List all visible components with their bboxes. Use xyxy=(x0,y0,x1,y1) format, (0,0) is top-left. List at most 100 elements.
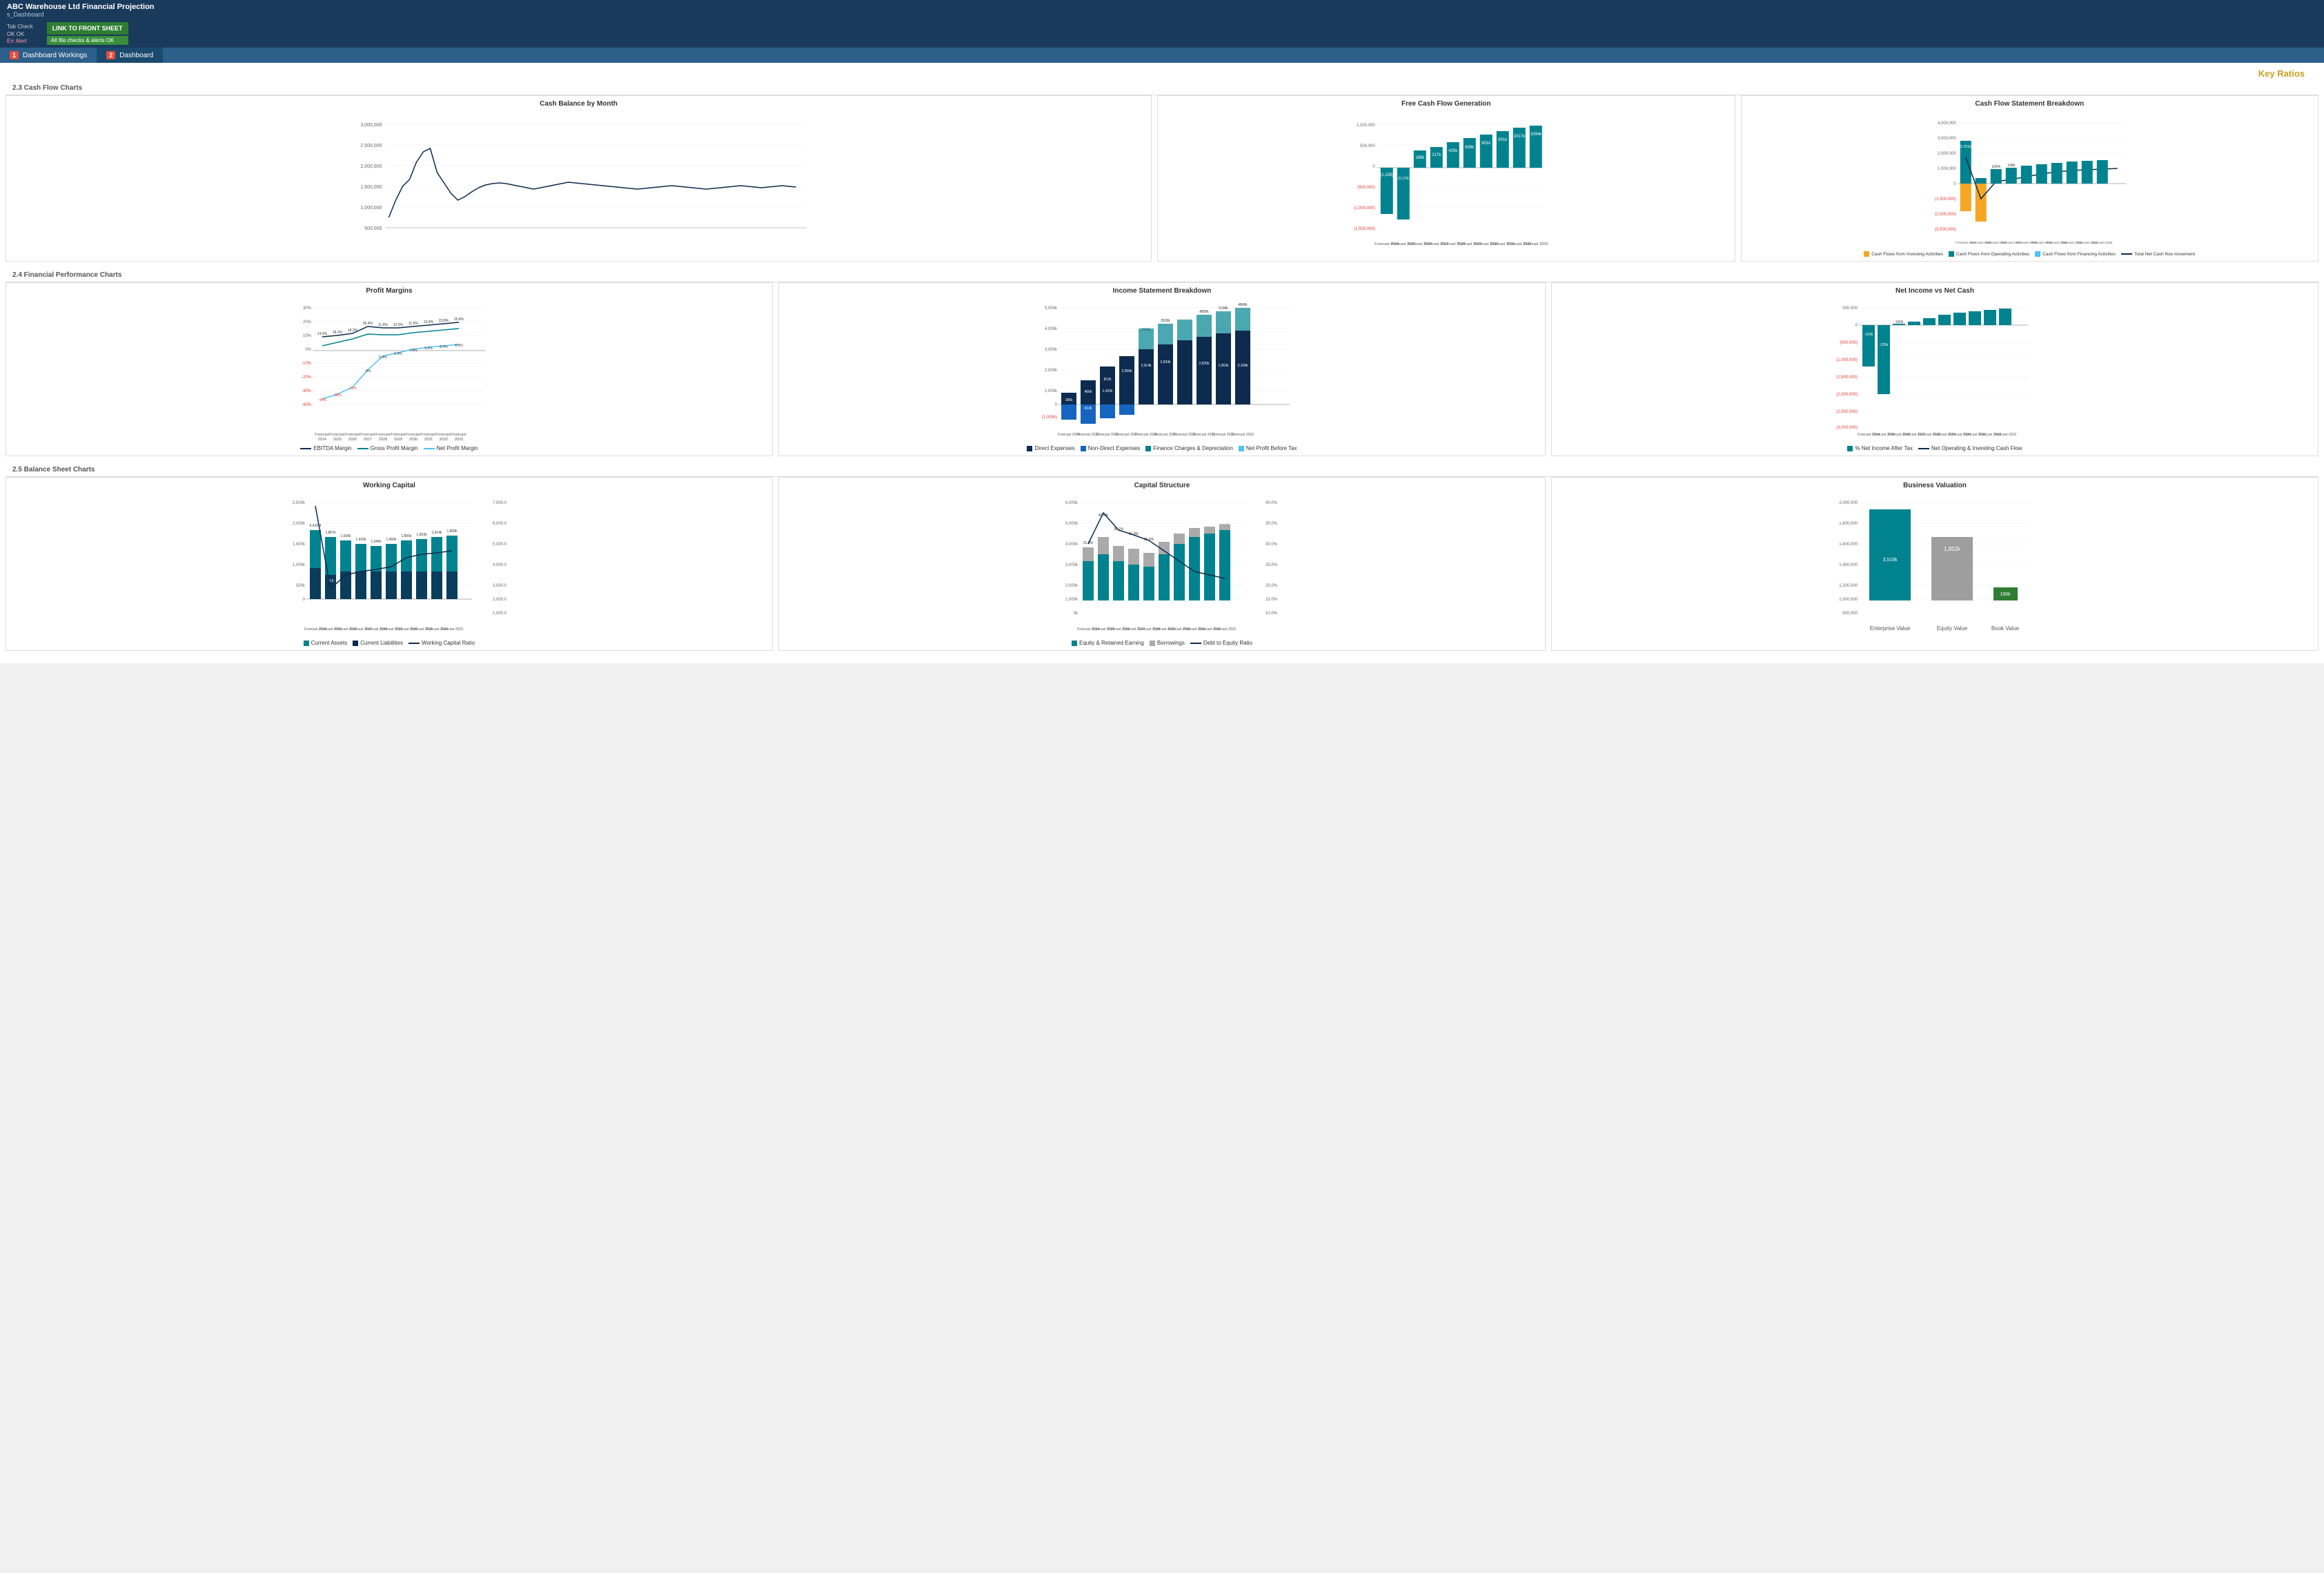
svg-text:0: 0 xyxy=(1855,324,1858,328)
svg-text:Forecast: Forecast xyxy=(345,433,360,437)
section-header-cashflow: 2.3 Cash Flow Charts xyxy=(6,81,2318,95)
svg-text:217k: 217k xyxy=(1432,153,1441,157)
legend-ebitda: EBITDA Margin xyxy=(300,445,351,451)
legend-dot-net-income xyxy=(1847,446,1853,451)
svg-text:1,500,000: 1,500,000 xyxy=(360,185,382,190)
working-capital-chart-box: Working Capital 2,500k 2,000k 1,500k 1,0… xyxy=(6,477,773,651)
svg-text:(2,500,000): (2,500,000) xyxy=(1836,410,1858,414)
legend-operating: Cash Flows from Operating Activities xyxy=(1949,251,2029,257)
svg-text:1,600,000: 1,600,000 xyxy=(1839,543,1858,547)
svg-text:35.0%: 35.0% xyxy=(1266,522,1278,526)
svg-text:(3,000,000): (3,000,000) xyxy=(1935,228,1956,232)
svg-text:0: 0 xyxy=(1372,165,1375,169)
svg-text:1,420k: 1,420k xyxy=(1102,389,1113,393)
legend-line-net-op xyxy=(1918,448,1929,449)
legend-financing: Cash Flows from Financing Activities xyxy=(2035,251,2116,257)
financial-chart-row: Profit Margins 30% 20% 10% 0% -10% -20% … xyxy=(6,282,2318,456)
svg-text:Forecast: Forecast xyxy=(330,433,345,437)
svg-text:8.4%: 8.4% xyxy=(440,345,448,349)
svg-text:(2,000,000): (2,000,000) xyxy=(1836,393,1858,397)
svg-text:0: 0 xyxy=(1953,182,1956,186)
svg-text:23.8%: 23.8% xyxy=(439,319,449,323)
svg-text:-10%: -10% xyxy=(302,362,312,366)
nav-label-1: Dashboard Workings xyxy=(23,52,87,59)
svg-text:500,000: 500,000 xyxy=(1360,144,1375,148)
svg-text:2029: 2029 xyxy=(394,438,402,442)
svg-text:2,056k: 2,056k xyxy=(1121,369,1132,373)
svg-text:11.9%: 11.9% xyxy=(378,323,388,327)
svg-text:(1,000k): (1,000k) xyxy=(1042,416,1057,420)
svg-text:Forecast: Forecast xyxy=(391,433,406,437)
svg-text:3526k: 3526k xyxy=(1161,319,1170,323)
legend-direct: Direct Expenses xyxy=(1027,445,1074,451)
nav-num-1: 1 xyxy=(10,51,19,59)
svg-text:2,000.0: 2,000.0 xyxy=(493,598,507,602)
link-to-front-sheet-button[interactable]: LINK TO FRONT SHEET xyxy=(47,22,128,35)
legend-net-op-invest: Net Operating & Investing Cash Flow xyxy=(1918,445,2022,451)
svg-text:7,000.0: 7,000.0 xyxy=(493,501,507,505)
svg-text:8.0%: 8.0% xyxy=(455,344,463,348)
svg-text:987k: 987k xyxy=(1987,305,1994,309)
nav-item-dashboard-workings[interactable]: 1 Dashboard Workings xyxy=(0,48,97,63)
income-statement-chart-box: Income Statement Breakdown 5,000k 4,000k… xyxy=(778,282,1546,456)
svg-text:6,000k: 6,000k xyxy=(1065,501,1079,505)
legend-dot-equity xyxy=(1072,641,1077,646)
cash-balance-chart-box: Cash Balance by Month 3,000,000 2,500,00… xyxy=(6,95,1152,262)
section-title-cashflow: 2.3 Cash Flow Charts xyxy=(12,84,82,92)
legend-nondirect: Non-Direct Expenses xyxy=(1081,445,1141,451)
legend-gross-line xyxy=(357,448,368,449)
svg-text:3,000k: 3,000k xyxy=(1045,348,1058,352)
wc-legend: Current Assets Current Liabilities Worki… xyxy=(10,640,768,646)
svg-text:(500,000): (500,000) xyxy=(1357,186,1375,190)
legend-debt-equity-ratio: Debt to Equity Ratio xyxy=(1190,640,1252,646)
section-title-financial: 2.4 Financial Performance Charts xyxy=(12,271,121,279)
svg-text:1,963k: 1,963k xyxy=(1218,364,1229,368)
svg-text:1,805k: 1,805k xyxy=(401,534,412,538)
legend-line-debt xyxy=(1190,643,1201,644)
nav-item-dashboard[interactable]: 2 Dashboard xyxy=(97,48,163,63)
svg-text:377k: 377k xyxy=(1941,310,1949,314)
net-income-title: Net Income vs Net Cash xyxy=(1556,287,2314,295)
legend-dot-operating xyxy=(1949,251,1954,257)
svg-text:1,000k: 1,000k xyxy=(1065,598,1079,602)
svg-text:2,693k: 2,693k xyxy=(1160,360,1171,364)
svg-text:425k: 425k xyxy=(1448,149,1458,153)
svg-text:10.9%: 10.9% xyxy=(393,323,404,327)
svg-text:30%: 30% xyxy=(303,306,312,311)
svg-text:1,852k: 1,852k xyxy=(1944,546,1961,552)
legend-dot-net-profit xyxy=(1239,446,1244,451)
svg-text:4,000k: 4,000k xyxy=(1045,327,1058,331)
legend-equity: Equity & Retained Earning xyxy=(1072,640,1144,646)
working-capital-svg: 2,500k 2,000k 1,500k 1,000k 500k 0 7,000… xyxy=(10,492,768,637)
svg-text:1,000,000: 1,000,000 xyxy=(360,206,382,211)
svg-text:Forecast 2033: Forecast 2033 xyxy=(1994,433,2016,437)
section-title-balance: 2.5 Balance Sheet Charts xyxy=(12,466,95,473)
net-income-svg: 500,000 0 (500,000) (1,000,000) (1,500,0… xyxy=(1556,297,2314,442)
svg-text:10%: 10% xyxy=(303,334,312,338)
svg-text:0k: 0k xyxy=(1074,612,1079,616)
svg-text:5198k: 5198k xyxy=(1219,306,1228,311)
svg-text:(3,000,000): (3,000,000) xyxy=(1836,426,1858,430)
svg-text:190k: 190k xyxy=(2000,592,2011,597)
svg-text:1,000k: 1,000k xyxy=(293,563,306,567)
cash-balance-title: Cash Balance by Month xyxy=(10,100,1147,108)
svg-text:Enterprise Value: Enterprise Value xyxy=(1870,625,1911,632)
capital-structure-svg: 6,000k 5,000k 4,000k 3,000k 2,000k 1,000… xyxy=(783,492,1541,637)
svg-text:-20%: -20% xyxy=(302,375,312,380)
alert-ok-badge: All file checks & alerts OK xyxy=(47,36,128,45)
svg-text:3,000k: 3,000k xyxy=(1065,563,1079,567)
legend-dot-finance xyxy=(1145,446,1151,451)
svg-text:2,000,000: 2,000,000 xyxy=(360,164,382,169)
income-statement-svg: 5,000k 4,000k 3,000k 2,000k 1,000k 0 (1,… xyxy=(783,297,1541,442)
svg-text:1,000.0: 1,000.0 xyxy=(493,612,507,616)
svg-text:-30%: -30% xyxy=(302,389,312,393)
capital-structure-chart-box: Capital Structure 6,000k 5,000k 4,000k 3… xyxy=(778,477,1546,651)
svg-text:2026: 2026 xyxy=(348,438,357,442)
svg-text:Forecast 2033: Forecast 2033 xyxy=(1214,627,1236,632)
svg-text:26.4%: 26.4% xyxy=(363,322,373,326)
app-header: ABC Warehouse Ltd Financial Projection s… xyxy=(0,0,2324,21)
legend-wc-ratio: Working Capital Ratio xyxy=(408,640,475,646)
legend-current-liabilities: Current Liabilities xyxy=(353,640,403,646)
svg-text:1,636k: 1,636k xyxy=(340,534,351,538)
legend-net-income-after: % Net Income After Tax xyxy=(1847,445,1912,451)
